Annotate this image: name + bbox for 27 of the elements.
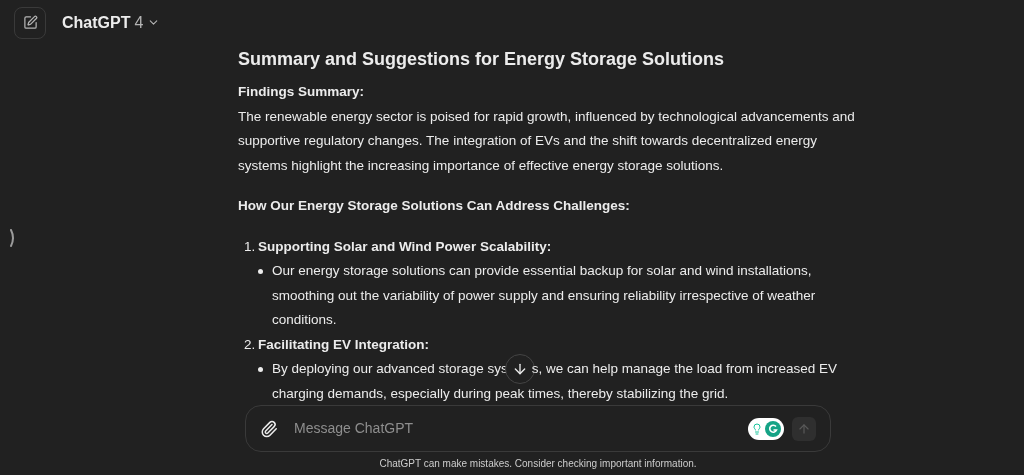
list-item-title: Facilitating EV Integration: [258, 335, 429, 354]
section-heading: How Our Energy Storage Solutions Can Address Challenges: [238, 197, 631, 215]
list-number: 2. [244, 335, 257, 354]
list-item-title: Supporting Solar and Wind Power Scalability: [258, 237, 552, 256]
list-number: 1. [244, 237, 257, 256]
section-heading: Findings Summary: [238, 83, 365, 101]
paperclip-icon[interactable] [260, 419, 278, 438]
message-input[interactable]: Message ChatGPT [245, 405, 831, 452]
bullet-text: charging demands, especially during peak times, thereby stabilizing the grid. [272, 384, 730, 403]
bullet-text: s, we can help manage the load from increased EV [531, 360, 838, 378]
paragraph: The renewable energy sector is poised for rapid growth, influenced by technological advancements and supportive regulatory changes. The integration of EVs and the shift towards decentralized energy systems highlight the increasing importance of effective energy storage solutions. [238, 107, 856, 175]
disclaimer-text: ChatGPT can make mistakes. Consider checking important information. [379, 457, 697, 471]
bullet-text: Our energy storage solutions can provide essential backup for solar and wind installations, smoothing out the variability of power supply and ensuring reliability irrespective of weather conditions. [272, 262, 817, 329]
lightbulb-icon [751, 422, 763, 435]
new-chat-button[interactable] [14, 6, 46, 39]
model-name: ChatGPT [62, 12, 131, 33]
grammarly-badge[interactable] [748, 417, 784, 440]
sidebar-toggle[interactable] [10, 229, 16, 247]
bullet-icon [258, 367, 263, 372]
model-version: 4 [134, 12, 144, 33]
bullet-icon [258, 269, 263, 274]
sidebar-toggle-icon [10, 229, 16, 247]
edit-icon [22, 15, 38, 30]
model-selector[interactable]: ChatGPT 4 [62, 10, 161, 35]
message-title: Summary and Suggestions for Energy Storage Solutions [238, 48, 726, 71]
g-logo-icon [765, 420, 781, 437]
message-field[interactable]: Message ChatGPT [294, 418, 748, 439]
